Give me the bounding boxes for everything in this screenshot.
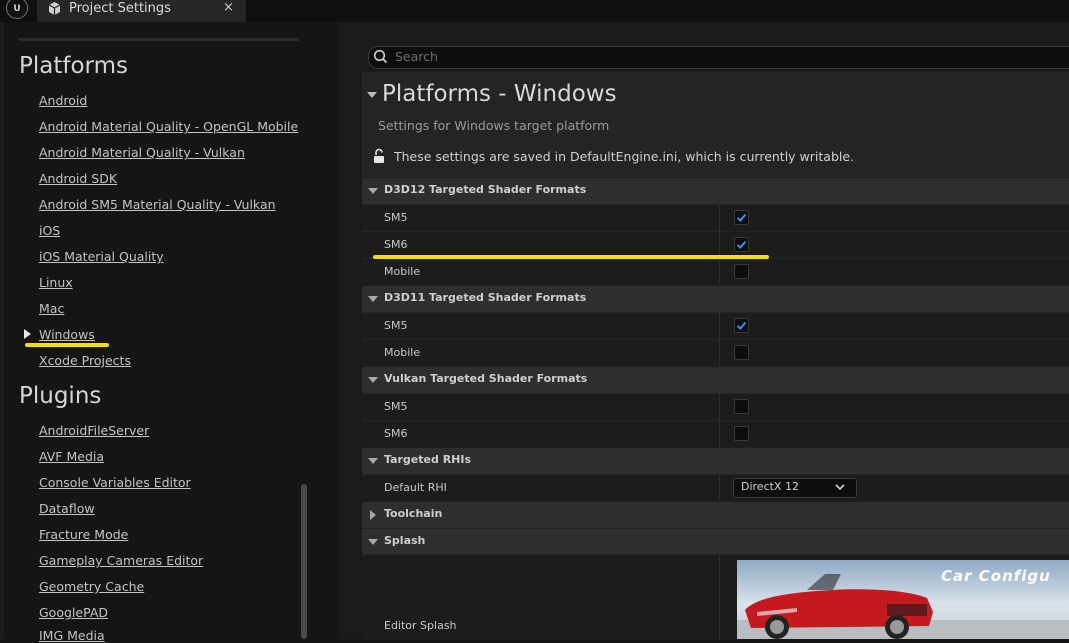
- sidebar-scroll-top-bar: [18, 38, 299, 41]
- sidebar-item-googlepad[interactable]: GooglePAD: [39, 605, 108, 620]
- category-title: Toolchain: [384, 507, 443, 520]
- checkbox-d3d12-mobile[interactable]: [734, 264, 749, 279]
- sidebar-item-android-material-quality-vulkan[interactable]: Android Material Quality - Vulkan: [39, 145, 245, 160]
- sidebar-item-android-sm5-material-quality-vulkan[interactable]: Android SM5 Material Quality - Vulkan: [39, 197, 276, 212]
- checkbox-d3d12-sm5[interactable]: [734, 210, 749, 225]
- sidebar-item-android[interactable]: Android: [39, 93, 87, 108]
- property-row-default-rhi: Default RHI: [362, 474, 1069, 501]
- chevron-down-icon: [835, 484, 845, 491]
- category-targeted-rhis[interactable]: Targeted RHIs: [362, 447, 1069, 474]
- checkmark-icon: [736, 240, 747, 249]
- column-divider[interactable]: [719, 205, 720, 231]
- column-divider[interactable]: [719, 421, 720, 447]
- category-d3d12-shader-formats[interactable]: D3D12 Targeted Shader Formats: [362, 177, 1069, 204]
- column-divider[interactable]: [719, 555, 720, 640]
- property-row-vulkan-sm6: SM6: [362, 420, 1069, 447]
- default-rhi-value: DirectX 12: [741, 480, 799, 493]
- expand-caret-icon[interactable]: [370, 510, 376, 520]
- category-splash[interactable]: Splash: [362, 528, 1069, 555]
- sidebar-scrollbar[interactable]: [301, 484, 307, 639]
- checkbox-d3d11-mobile[interactable]: [734, 345, 749, 360]
- sidebar-item-ios-material-quality[interactable]: iOS Material Quality: [39, 249, 164, 264]
- sidebar-item-img-media[interactable]: IMG Media: [39, 628, 105, 643]
- category-toolchain[interactable]: Toolchain: [362, 501, 1069, 528]
- property-label: Default RHI: [384, 481, 447, 494]
- category-title: Vulkan Targeted Shader Formats: [384, 372, 588, 385]
- sidebar-item-avf-media[interactable]: AVF Media: [39, 449, 104, 464]
- property-label: SM5: [384, 211, 408, 224]
- property-label: SM5: [384, 319, 408, 332]
- search-input[interactable]: [395, 47, 995, 66]
- search-icon: [373, 49, 388, 64]
- checkbox-vulkan-sm5[interactable]: [734, 399, 749, 414]
- category-title: Splash: [384, 534, 426, 547]
- collapse-caret-icon[interactable]: [368, 296, 378, 302]
- page-title: Platforms - Windows: [382, 81, 617, 107]
- sidebar-item-android-sdk[interactable]: Android SDK: [39, 171, 117, 186]
- sidebar-item-geometry-cache[interactable]: Geometry Cache: [39, 579, 144, 594]
- column-divider[interactable]: [719, 475, 720, 501]
- checkbox-d3d11-sm5[interactable]: [734, 318, 749, 333]
- sidebar-item-ios[interactable]: iOS: [39, 223, 60, 238]
- property-label: SM6: [384, 427, 408, 440]
- column-divider[interactable]: [719, 313, 720, 339]
- sidebar-edge: [0, 22, 4, 639]
- checkmark-icon: [736, 321, 747, 330]
- property-row-d3d12-sm5: SM5: [362, 204, 1069, 231]
- expand-arrow-icon[interactable]: [24, 329, 31, 339]
- sidebar-item-mac[interactable]: Mac: [39, 301, 64, 316]
- category-title: D3D11 Targeted Shader Formats: [384, 291, 587, 304]
- category-d3d11-shader-formats[interactable]: D3D11 Targeted Shader Formats: [362, 285, 1069, 312]
- windows-highlight-mark: [25, 343, 109, 347]
- column-divider[interactable]: [719, 394, 720, 420]
- collapse-caret-icon[interactable]: [368, 539, 378, 545]
- sidebar-item-console-variables-editor[interactable]: Console Variables Editor: [39, 475, 191, 490]
- sidebar-item-gameplay-cameras-editor[interactable]: Gameplay Cameras Editor: [39, 553, 203, 568]
- property-row-d3d11-sm5: SM5: [362, 312, 1069, 339]
- property-row-vulkan-sm5: SM5: [362, 393, 1069, 420]
- collapse-caret-icon[interactable]: [367, 92, 377, 98]
- sidebar-item-fracture-mode[interactable]: Fracture Mode: [39, 527, 128, 542]
- checkbox-vulkan-sm6[interactable]: [734, 426, 749, 441]
- checkbox-d3d12-sm6[interactable]: [734, 237, 749, 252]
- sidebar-item-android-material-quality-opengl-mobile[interactable]: Android Material Quality - OpenGL Mobile: [39, 119, 298, 134]
- splash-image-caption: Car Configu: [941, 567, 1051, 585]
- collapse-caret-icon[interactable]: [368, 458, 378, 464]
- property-label: Mobile: [384, 346, 421, 359]
- sidebar-item-windows[interactable]: Windows: [39, 327, 95, 342]
- collapse-caret-icon[interactable]: [368, 188, 378, 194]
- collapse-caret-icon[interactable]: [368, 377, 378, 383]
- sidebar-item-xcode-projects[interactable]: Xcode Projects: [39, 353, 131, 368]
- sidebar-item-dataflow[interactable]: Dataflow: [39, 501, 95, 516]
- writable-notice: These settings are saved in DefaultEngin…: [394, 149, 855, 164]
- category-title: D3D12 Targeted Shader Formats: [384, 183, 587, 196]
- sidebar-item-linux[interactable]: Linux: [39, 275, 73, 290]
- sm6-highlight-mark: [373, 255, 769, 259]
- property-row-d3d11-mobile: Mobile: [362, 339, 1069, 366]
- property-row-d3d12-mobile: Mobile: [362, 258, 1069, 285]
- page-description: Settings for Windows target platform: [378, 118, 610, 133]
- settings-cube-icon: [48, 2, 61, 15]
- property-label: SM5: [384, 400, 408, 413]
- property-label: SM6: [384, 238, 408, 251]
- category-title: Targeted RHIs: [384, 453, 472, 466]
- column-divider[interactable]: [719, 259, 720, 285]
- tab-title: Project Settings: [69, 1, 171, 16]
- property-row-d3d12-sm6: SM6: [362, 231, 1069, 258]
- section-header-platforms: Platforms: [19, 53, 128, 79]
- tab-close-button[interactable]: ×: [223, 0, 234, 15]
- checkmark-icon: [736, 213, 747, 222]
- column-divider[interactable]: [719, 340, 720, 366]
- unlocked-icon: [374, 148, 384, 163]
- category-vulkan-shader-formats[interactable]: Vulkan Targeted Shader Formats: [362, 366, 1069, 393]
- property-label: Mobile: [384, 265, 421, 278]
- property-label: Editor Splash: [384, 619, 457, 632]
- section-header-plugins: Plugins: [19, 383, 102, 409]
- sidebar-item-androidfileserver[interactable]: AndroidFileServer: [39, 423, 149, 438]
